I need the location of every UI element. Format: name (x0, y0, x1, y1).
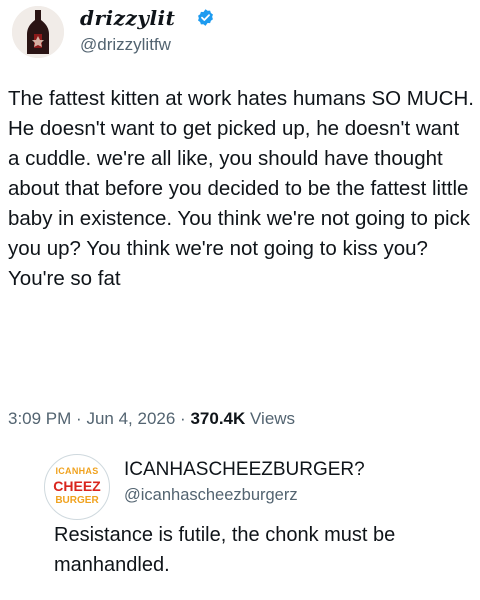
separator: · (76, 409, 82, 428)
logo-text-bottom: BURGER (55, 495, 99, 506)
quote-handle[interactable]: @icanhascheezburgerz (124, 484, 298, 506)
display-name[interactable]: drizzylit (80, 6, 175, 30)
quoted-reply[interactable]: ICANHAS CHEEZ BURGER ICANHASCHEEZBURGER?… (0, 444, 480, 600)
verified-badge-icon (198, 9, 213, 26)
tweet-text: The fattest kitten at work hates humans … (8, 87, 474, 290)
quote-text: Resistance is futile, the chonk must be … (54, 524, 396, 576)
quote-avatar[interactable]: ICANHAS CHEEZ BURGER (44, 454, 110, 520)
tweet-date[interactable]: Jun 4, 2026 (86, 409, 175, 428)
views-count: 370.4K (190, 409, 246, 428)
logo-text-top: ICANHAS (55, 466, 99, 476)
bottle-avatar-image (12, 6, 64, 58)
tweet-header: drizzylit @drizzylitfw (6, 4, 474, 64)
handle[interactable]: @drizzylitfw (80, 34, 171, 56)
separator: · (180, 409, 186, 428)
tweet-meta: 3:09 PM · Jun 4, 2026 · 370.4K Views (8, 408, 295, 430)
avatar[interactable] (12, 6, 64, 58)
views-label: Views (250, 409, 296, 428)
quote-display-name[interactable]: ICANHASCHEEZBURGER? (124, 458, 365, 482)
tweet-time[interactable]: 3:09 PM (8, 409, 71, 428)
logo-text-middle: CHEEZ (53, 478, 101, 494)
